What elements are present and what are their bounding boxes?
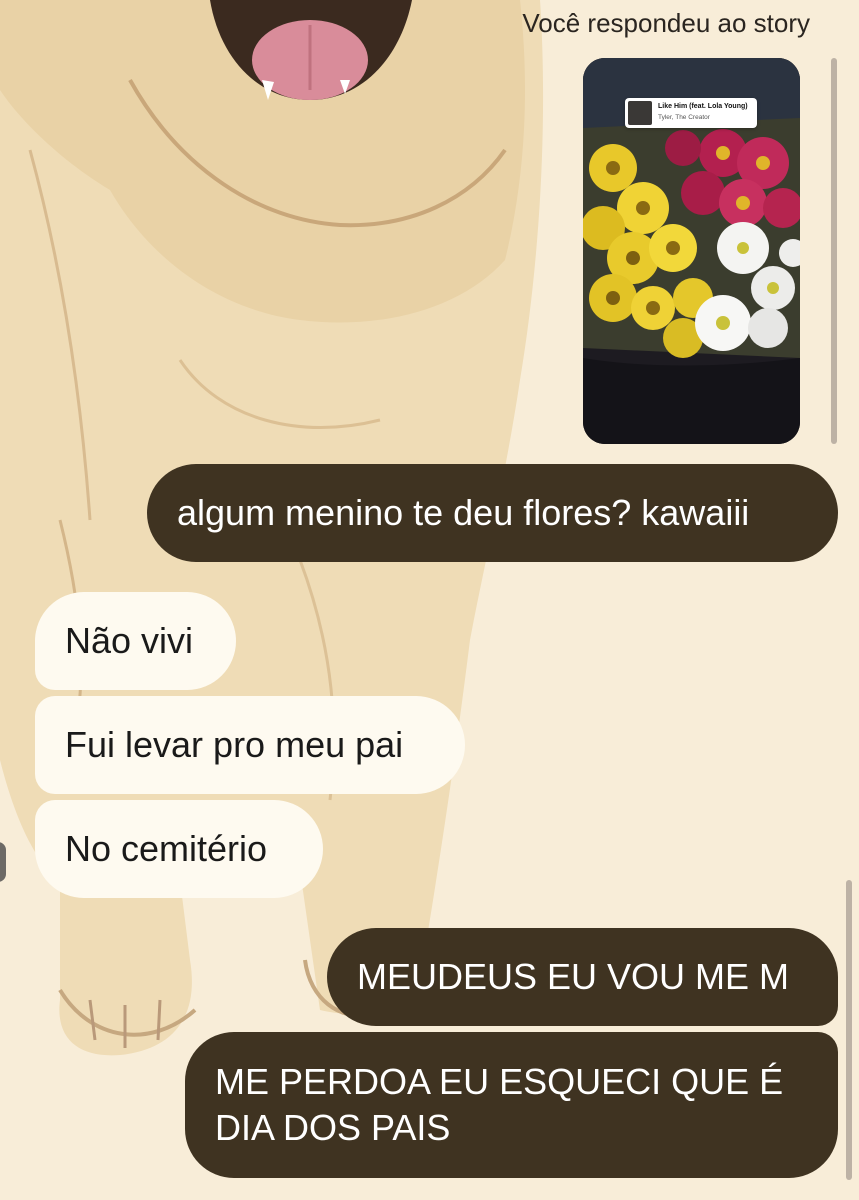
message-text: Não vivi <box>65 620 194 661</box>
scrollbar-thumb[interactable] <box>846 880 852 1180</box>
story-preview[interactable]: Like Him (feat. Lola Young) Tyler, The C… <box>583 58 800 444</box>
story-reply-caption: Você respondeu ao story <box>522 8 810 38</box>
message-bubble-received[interactable]: Não vivi <box>35 592 236 690</box>
message-text: ME PERDOA EU ESQUECI QUE É DIA DOS PAIS <box>215 1061 784 1148</box>
message-bubble-sent[interactable]: ME PERDOA EU ESQUECI QUE É DIA DOS PAIS <box>185 1032 838 1178</box>
message-bubble-received[interactable]: No cemitério <box>35 800 323 898</box>
message-text: No cemitério <box>65 828 268 869</box>
message-text: algum menino te deu flores? kawaiii <box>177 492 750 533</box>
message-bubble-sent[interactable]: algum menino te deu flores? kawaiii <box>147 464 838 562</box>
album-cover-icon <box>628 101 652 125</box>
message-bubble-received[interactable]: Fui levar pro meu pai <box>35 696 465 794</box>
message-text: Fui levar pro meu pai <box>65 724 404 765</box>
music-sticker[interactable]: Like Him (feat. Lola Young) Tyler, The C… <box>625 98 757 128</box>
music-title: Like Him (feat. Lola Young) <box>658 103 748 110</box>
message-bubble-sent[interactable]: MEUDEUS EU VOU ME M <box>327 928 838 1026</box>
chat-thread: Você respondeu ao story Like Him (feat. … <box>0 0 859 1200</box>
scrollbar-thumb[interactable] <box>831 58 837 444</box>
music-artist: Tyler, The Creator <box>658 114 710 121</box>
avatar[interactable] <box>0 842 6 882</box>
message-text: MEUDEUS EU VOU ME M <box>357 956 790 997</box>
